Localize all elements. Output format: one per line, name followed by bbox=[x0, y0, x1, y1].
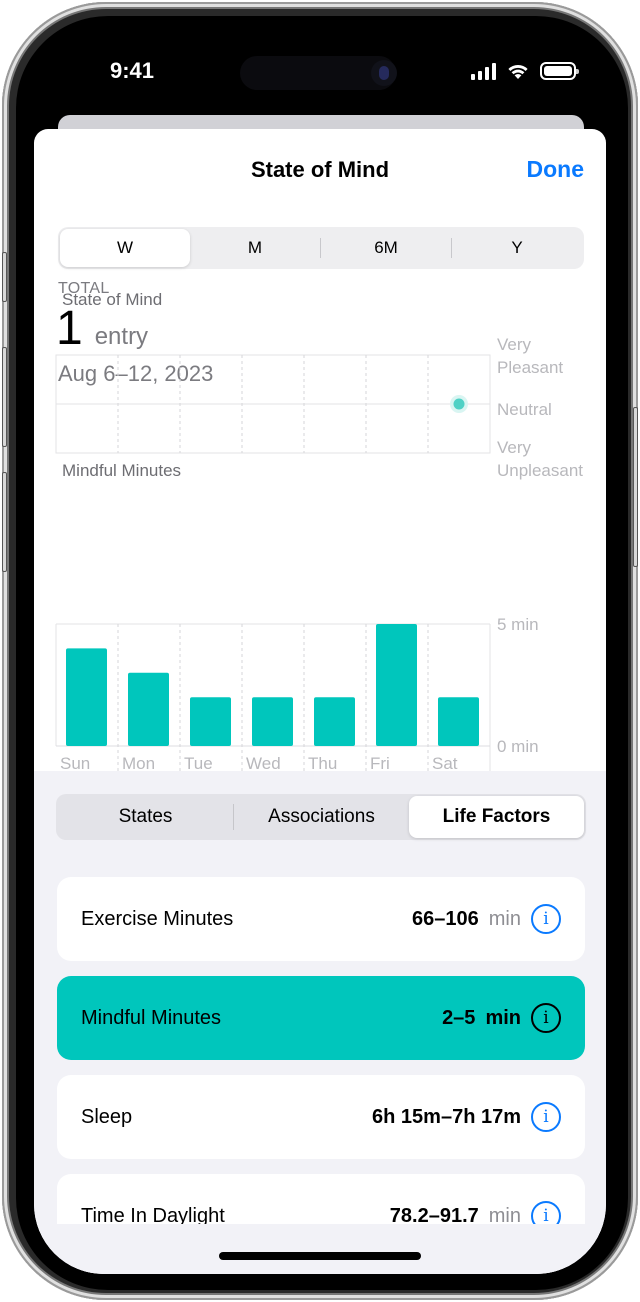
bar-sun bbox=[66, 648, 107, 746]
state-y-label: Very bbox=[497, 335, 532, 354]
bar-sat bbox=[438, 697, 479, 746]
status-time: 9:41 bbox=[110, 58, 155, 83]
action-button bbox=[2, 252, 7, 302]
state-y-label: Very bbox=[497, 438, 532, 457]
factor-value: 66–106 bbox=[412, 907, 479, 930]
factor-value: 2–5 bbox=[442, 1006, 476, 1029]
factor-unit: min bbox=[488, 907, 521, 930]
volume-down-button bbox=[2, 472, 7, 572]
life-factors-section: States Associations Life Factors Exercis… bbox=[34, 771, 606, 1274]
tab-states[interactable]: States bbox=[58, 796, 233, 838]
bar-thu bbox=[314, 697, 355, 746]
tab-associations[interactable]: Associations bbox=[234, 796, 409, 838]
info-icon[interactable]: i bbox=[531, 904, 561, 934]
bottom-safe-area bbox=[34, 1224, 606, 1274]
home-indicator[interactable] bbox=[219, 1252, 421, 1260]
power-button bbox=[633, 407, 638, 567]
front-camera bbox=[371, 60, 397, 86]
screen: 9:41 State of Mind Done W M 6M Y TOTAL 1… bbox=[34, 20, 606, 1274]
y-tick-label-min: 0 min bbox=[497, 737, 539, 756]
battery-icon bbox=[540, 62, 579, 80]
state-point bbox=[453, 398, 465, 410]
factor-name: Exercise Minutes bbox=[81, 907, 234, 930]
state-y-label: Unpleasant bbox=[497, 461, 583, 480]
life-factor-mindful-minutes[interactable]: Mindful Minutes 2–5 min i bbox=[57, 976, 585, 1060]
bar-mon bbox=[128, 672, 169, 746]
tab-life-factors[interactable]: Life Factors bbox=[409, 796, 584, 838]
info-icon[interactable]: i bbox=[531, 1003, 561, 1033]
life-factor-exercise-minutes[interactable]: Exercise Minutes 66–106 min i bbox=[57, 877, 585, 961]
wifi-icon bbox=[508, 64, 528, 79]
state-y-label: Neutral bbox=[497, 400, 552, 419]
factor-unit: min bbox=[485, 1006, 521, 1029]
status-icons bbox=[471, 62, 579, 80]
bar-wed bbox=[252, 697, 293, 746]
factor-name: Sleep bbox=[81, 1105, 133, 1128]
volume-up-button bbox=[2, 347, 7, 447]
charts-area: VeryPleasantNeutralVeryUnpleasantSun Mon T… bbox=[55, 335, 583, 773]
state-y-label: Pleasant bbox=[497, 358, 563, 377]
bar-fri bbox=[376, 624, 417, 746]
category-tabs: States Associations Life Factors bbox=[56, 794, 586, 840]
life-factor-sleep[interactable]: Sleep 6h 15m–7h 17m i bbox=[57, 1075, 585, 1159]
bar-tue bbox=[190, 697, 231, 746]
cellular-signal-icon bbox=[471, 62, 496, 80]
status-bar: 9:41 bbox=[34, 20, 606, 120]
y-tick-label-max: 5 min bbox=[497, 615, 539, 634]
factor-value: 6h 15m–7h 17m bbox=[372, 1105, 521, 1128]
factor-name: Mindful Minutes bbox=[81, 1006, 222, 1029]
info-icon[interactable]: i bbox=[531, 1102, 561, 1132]
